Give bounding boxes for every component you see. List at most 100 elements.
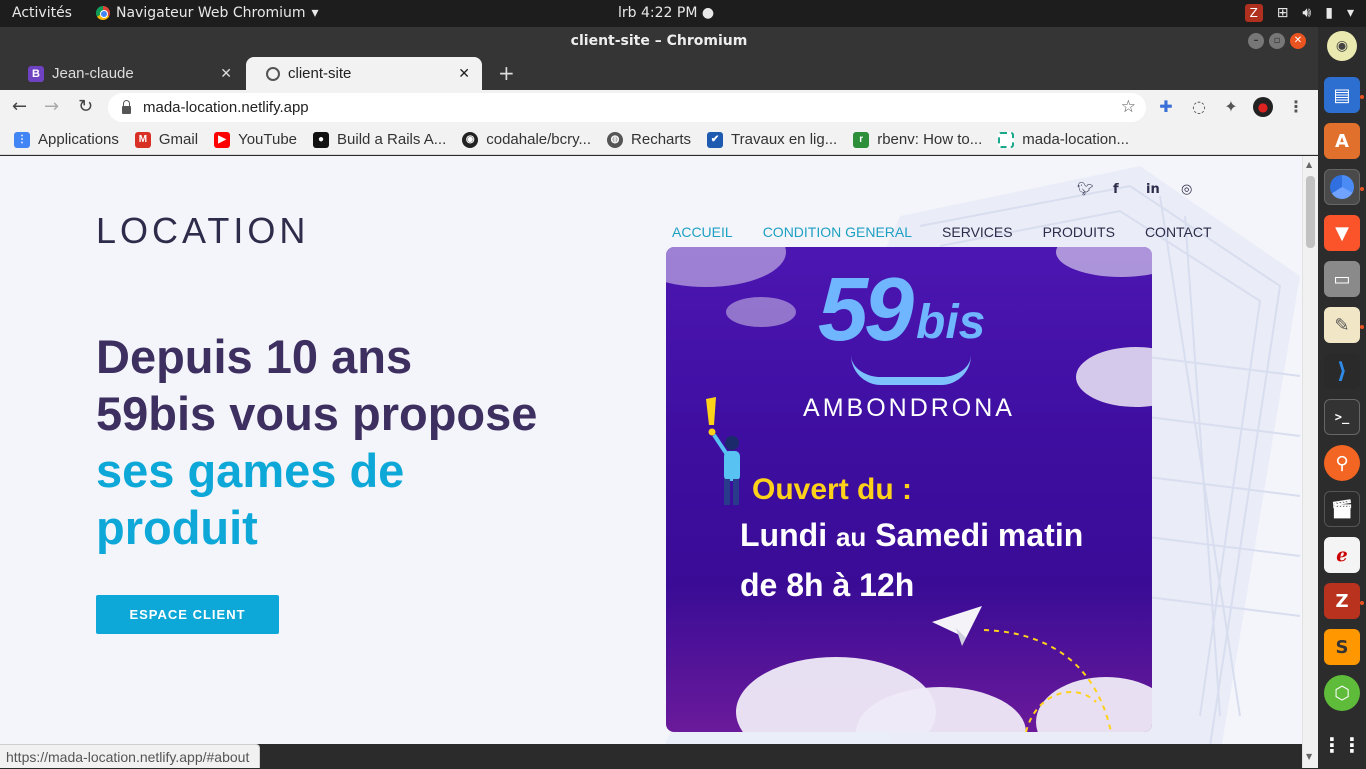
forward-icon[interactable]: → [44,96,59,117]
window-controls: – ▫ ✕ [1248,33,1306,49]
close-tab-icon[interactable]: ✕ [458,65,470,82]
globe-icon: ◍ [607,131,624,148]
bookmark-youtube[interactable]: ▶ YouTube [214,131,297,148]
extensions-menu-icon[interactable]: ✦ [1221,97,1241,117]
bootstrap-favicon-icon: B [28,65,44,82]
rbenv-icon: r [853,131,870,148]
dock-webcam-icon[interactable]: ◉ [1327,31,1357,61]
dock-terminal-icon[interactable]: >_ [1324,399,1360,435]
dock-text-editor-icon[interactable]: ✎ [1324,307,1360,343]
espace-client-button[interactable]: ESPACE CLIENT [96,595,279,634]
nav-accueil[interactable]: ACCUEIL [672,224,733,240]
apps-grid-icon: ⋮ [14,131,30,148]
activities-button[interactable]: Activités [12,5,72,21]
bookmark-gmail[interactable]: M Gmail [134,131,198,148]
cloud-shape [1056,247,1152,277]
close-tab-icon[interactable]: ✕ [220,65,232,82]
linkedin-icon[interactable]: in [1146,182,1160,197]
main-navigation: ACCUEIL CONDITION GENERAL SERVICES PRODU… [672,224,1242,240]
gmail-icon: M [134,131,151,148]
scroll-up-icon[interactable]: ▲ [1306,160,1312,169]
hero-line-1: Depuis 10 ans [96,330,413,383]
dock-vscode-icon[interactable]: ⟩ [1324,353,1360,389]
window-title-bar: client-site – Chromium – ▫ ✕ [0,27,1318,55]
dock-writer-icon[interactable]: ▤ [1324,77,1360,113]
dock-sublime-icon[interactable]: S [1324,629,1360,665]
dock-document-viewer-icon[interactable]: ℯ [1324,537,1360,573]
filezilla-tray-icon[interactable]: Z [1244,4,1263,22]
maximize-button[interactable]: ▫ [1269,33,1285,49]
show-applications-icon[interactable]: ⋮⋮ [1322,727,1362,763]
tab-jean-claude[interactable]: B Jean-claude ✕ [8,57,244,90]
site-logo[interactable]: LOCATION [96,210,309,252]
dock-installer-icon[interactable]: ⬡ [1324,675,1360,711]
page-viewport: 🐦︎ f in ◎ LOCATION ACCUEIL CONDITION GEN… [0,156,1302,744]
bookmark-rails[interactable]: ● Build a Rails A... [313,131,446,148]
instagram-icon[interactable]: ◎ [1181,182,1192,197]
window-title: client-site – Chromium [570,33,748,49]
lock-icon[interactable] [122,99,131,114]
bookmark-star-icon[interactable]: ☆ [1121,97,1136,117]
twitter-icon[interactable]: 🐦︎ [1077,182,1094,197]
hero-line-3: ses games de [96,444,405,497]
facebook-icon[interactable]: f [1113,182,1119,197]
page-scrollbar[interactable]: ▲ ▼ [1302,156,1318,768]
hero-line-2: 59bis vous propose [96,387,538,440]
cloud-shape [726,297,796,327]
dock-filezilla-icon[interactable]: Z [1324,583,1360,619]
bookmark-codahale[interactable]: ◉ codahale/bcry... [462,131,591,148]
more-menu-icon[interactable]: ⋮ [1286,97,1306,117]
back-icon[interactable]: ← [12,96,27,117]
bookmark-travaux[interactable]: ✔ Travaux en lig... [707,131,837,148]
dock-chromium-icon[interactable] [1324,169,1360,205]
system-top-bar: Activités Navigateur Web Chromium ▾ lrb … [0,0,1366,27]
tab-strip: B Jean-claude ✕ client-site ✕ + [0,55,1318,90]
dock-postman-icon[interactable]: ⚲ [1324,445,1360,481]
app-menu-label: Navigateur Web Chromium [116,5,306,21]
ubuntu-dock: ◉ ▤ A ▼ ▭ ✎ ⟩ >_ ⚲ 🎬︎ ℯ Z S ⬡ ⋮⋮ [1318,27,1366,768]
open-label: Ouvert du : [752,473,913,506]
address-bar[interactable]: mada-location.netlify.app ☆ [108,93,1146,122]
bookmark-recharts[interactable]: ◍ Recharts [607,131,691,148]
flag-icon: ✔ [707,131,724,148]
volume-icon: 🔊︎ [1302,5,1312,21]
new-tab-button[interactable]: + [498,61,515,85]
profile-avatar[interactable]: ● [1253,97,1273,117]
brand-number: 59 [818,260,914,360]
scroll-down-icon[interactable]: ▼ [1306,752,1312,761]
system-tray[interactable]: Z ⊞ 🔊︎ ▮ ▾ [1244,4,1354,22]
youtube-icon: ▶ [214,131,231,148]
dev-icon: ● [313,131,330,148]
bookmark-applications[interactable]: ⋮ Applications [14,131,119,148]
dock-files-icon[interactable]: ▭ [1324,261,1360,297]
bookmark-rbenv[interactable]: r rbenv: How to... [853,131,982,148]
cloud-shape [666,247,786,287]
clock[interactable]: lrb 4:22 PM ● [618,5,714,21]
close-button[interactable]: ✕ [1290,33,1306,49]
dock-video-editor-icon[interactable]: 🎬︎ [1324,491,1360,527]
nav-produits[interactable]: PRODUITS [1043,224,1115,240]
extension-icon[interactable]: ◌ [1189,97,1209,117]
promo-poster: 59 bis AMBONDRONA Ouvert du : Lundi au S… [666,247,1152,732]
app-menu[interactable]: Navigateur Web Chromium ▾ [96,5,319,21]
github-icon: ◉ [462,131,479,148]
hero-line-4: produit [96,501,258,554]
open-days: Lundi au Samedi matin [740,517,1084,553]
chevron-down-icon: ▾ [311,5,319,21]
dock-store-icon[interactable]: A [1324,123,1360,159]
reload-icon[interactable]: ↻ [78,96,93,117]
nav-contact[interactable]: CONTACT [1145,224,1212,240]
tab-client-site[interactable]: client-site ✕ [246,57,482,90]
minimize-button[interactable]: – [1248,33,1264,49]
tab-label: client-site [288,65,352,82]
nav-services[interactable]: SERVICES [942,224,1013,240]
url-text: mada-location.netlify.app [143,99,309,116]
network-icon: ⊞ [1276,5,1289,21]
bookmark-mada-location[interactable]: mada-location... [998,131,1129,148]
tab-label: Jean-claude [52,65,134,82]
globe-favicon-icon [266,66,280,81]
nav-condition-general[interactable]: CONDITION GENERAL [763,224,912,240]
puzzle-extension-icon[interactable]: ✚ [1156,97,1176,117]
scrollbar-thumb[interactable] [1306,176,1315,248]
dock-brave-icon[interactable]: ▼ [1324,215,1360,251]
